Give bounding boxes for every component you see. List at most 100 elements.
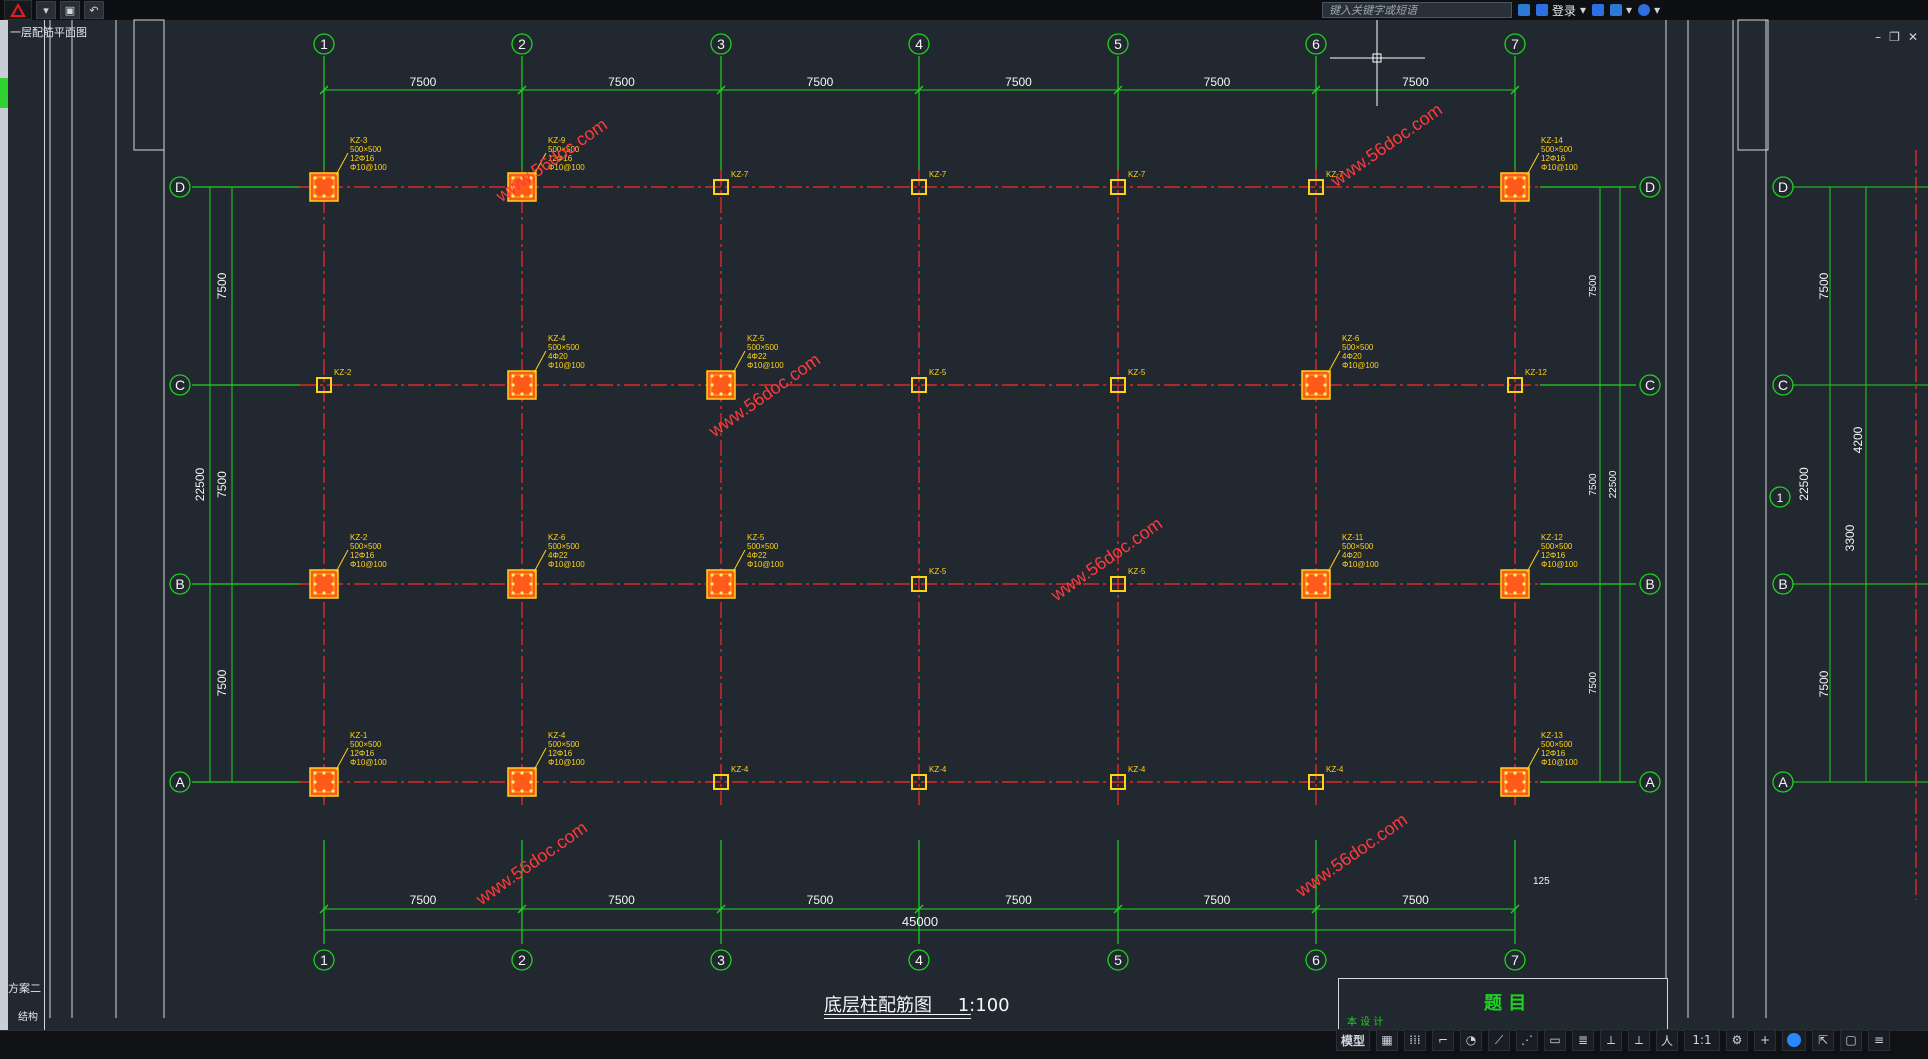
column-rowC-6[interactable]: KZ-6500×5004Φ20Φ10@100 [1301, 334, 1379, 400]
column-rowB-4[interactable]: KZ-5 [911, 567, 947, 592]
leader-line [1526, 152, 1540, 176]
grid-bubble-label: 4 [915, 36, 923, 52]
column-label: Φ10@100 [548, 560, 585, 569]
clean-screen-icon[interactable]: ▢ [1840, 1029, 1863, 1051]
column-rowD-1[interactable]: KZ-3500×50012Φ16Φ10@100 [309, 136, 387, 202]
rebar-dot [719, 573, 723, 577]
column-rowA-4[interactable]: KZ-4 [911, 765, 947, 790]
column-rowB-2[interactable]: KZ-6500×5004Φ22Φ10@100 [507, 533, 585, 599]
column-label: KZ-13 [1541, 731, 1563, 740]
column-label: 4Φ20 [1342, 352, 1362, 361]
rebar-dot [1323, 591, 1327, 595]
column-rowC-5[interactable]: KZ-5 [1110, 368, 1146, 393]
offset-note: 125 [1533, 876, 1550, 887]
drawing-scale: 1:100 [957, 995, 1010, 1016]
rebar-dot [1522, 582, 1526, 586]
grid-bubble-label: 5 [1114, 36, 1122, 52]
rebar-dot [719, 374, 723, 378]
status-ortho-icon[interactable]: ⌐ [1432, 1029, 1455, 1051]
column-rowA-6[interactable]: KZ-4 [1308, 765, 1344, 790]
rebar-dot [322, 591, 326, 595]
grid-bubble-label: 1 [320, 952, 328, 968]
column-rowB-5[interactable]: KZ-5 [1110, 567, 1146, 592]
workspace-gear-icon[interactable]: ⚙ [1726, 1029, 1749, 1051]
column-rowB-1[interactable]: KZ-2500×50012Φ16Φ10@100 [309, 533, 387, 599]
right-dim-label: 3300 [1843, 524, 1857, 551]
column-label: KZ-12 [1525, 368, 1547, 377]
cad-drawing-canvas[interactable]: 11223344556677D DC CB BA A KZ-3500×50012Φ16Φ… [0, 0, 1928, 1030]
watermark-text: www.56doc.com [1046, 513, 1166, 605]
column-label: Φ10@100 [747, 560, 784, 569]
scale-selector[interactable]: 1:1 [1684, 1029, 1721, 1051]
rebar-dot [1305, 591, 1309, 595]
status-lineweight-icon[interactable]: ≣ [1572, 1029, 1595, 1051]
column-label: 500×500 [350, 740, 382, 749]
rebar-dot [728, 392, 732, 396]
rebar-dot [728, 582, 732, 586]
rebar-dot [1522, 176, 1526, 180]
column-rowB-3[interactable]: KZ-5500×5004Φ22Φ10@100 [706, 533, 784, 599]
column-label: Φ10@100 [1342, 361, 1379, 370]
column-rowB-7[interactable]: KZ-12500×50012Φ16Φ10@100 [1500, 533, 1578, 599]
add-icon[interactable]: + [1754, 1029, 1777, 1051]
dim-label: 7500 [1402, 75, 1429, 89]
rebar-dot [1513, 176, 1517, 180]
column-rowD-4[interactable]: KZ-7 [911, 170, 947, 195]
status-snap-icon[interactable]: ⁞⁞⁞ [1404, 1029, 1427, 1051]
column-label: KZ-7 [929, 170, 947, 179]
column-rowD-5[interactable]: KZ-7 [1110, 170, 1146, 195]
dim-label: 7500 [1204, 893, 1231, 907]
rebar-dot [511, 582, 515, 586]
column-rowC-4[interactable]: KZ-5 [911, 368, 947, 393]
rebar-dot [1504, 789, 1508, 793]
isolate-icon[interactable] [1782, 1029, 1807, 1051]
column-rowA-7[interactable]: KZ-13500×50012Φ16Φ10@100 [1500, 731, 1578, 797]
column-rowC-2[interactable]: KZ-4500×5004Φ20Φ10@100 [507, 334, 585, 400]
column-rowD-3[interactable]: KZ-7 [713, 170, 749, 195]
rebar-dot [313, 789, 317, 793]
rebar-dot [1323, 383, 1327, 387]
status-annotation-icon-2[interactable]: ⟂ [1628, 1029, 1651, 1051]
dim-label-right: 7500 [1588, 473, 1599, 496]
watermark-text: www.56doc.com [1291, 809, 1411, 901]
rebar-dot [511, 789, 515, 793]
column-rowD-7[interactable]: KZ-14500×50012Φ16Φ10@100 [1500, 136, 1578, 202]
status-selection-icon[interactable]: ▭ [1544, 1029, 1567, 1051]
status-polar-icon[interactable]: ◔ [1460, 1029, 1483, 1051]
dim-label: 7500 [807, 893, 834, 907]
status-grid-icon[interactable]: ▦ [1376, 1029, 1399, 1051]
column-label: 500×500 [747, 343, 779, 352]
column-rowA-2[interactable]: KZ-4500×50012Φ16Φ10@100 [507, 731, 585, 797]
rebar-dot [331, 176, 335, 180]
rebar-dot [520, 392, 524, 396]
column-label: 12Φ16 [1541, 154, 1566, 163]
rebar-dot [511, 374, 515, 378]
rebar-dot [529, 582, 533, 586]
column-label: 4Φ22 [548, 551, 568, 560]
column-rowC-7[interactable]: KZ-12 [1507, 368, 1547, 393]
customize-icon[interactable]: ≡ [1868, 1029, 1891, 1051]
rebar-dot [529, 194, 533, 198]
right-grid-label: A [1778, 774, 1788, 790]
column-rowB-6[interactable]: KZ-11500×5004Φ20Φ10@100 [1301, 533, 1379, 599]
status-annotation-scale-icon[interactable]: 人 [1656, 1029, 1679, 1051]
column-rowA-3[interactable]: KZ-4 [713, 765, 749, 790]
leader-line [1327, 549, 1341, 573]
hardware-acceleration-icon[interactable]: ⇱ [1812, 1029, 1835, 1051]
column-label: KZ-2 [350, 533, 368, 542]
grid-lines: 1 1 2 2 3 3 4 4 5 5 6 6 7 7 D D C C B B A A [169, 33, 1661, 971]
status-otrack-icon[interactable]: ⋰ [1516, 1029, 1539, 1051]
column-rowC-1[interactable]: KZ-2 [316, 368, 352, 393]
grid-bubble-label: B [175, 576, 184, 592]
column-rowA-1[interactable]: KZ-1500×50012Φ16Φ10@100 [309, 731, 387, 797]
rebar-dot [1305, 383, 1309, 387]
drawing-title: 底层柱配筋图 [824, 995, 932, 1016]
status-osnap-icon[interactable]: ⟋ [1488, 1029, 1511, 1051]
dim-label: 7500 [1402, 893, 1429, 907]
rebar-dot [1314, 374, 1318, 378]
column-rowA-5[interactable]: KZ-4 [1110, 765, 1146, 790]
rebar-dot [1504, 771, 1508, 775]
column-label: 500×500 [548, 542, 580, 551]
status-annotation-icon[interactable]: ⟂ [1600, 1029, 1623, 1051]
model-tab[interactable]: 模型 [1336, 1029, 1371, 1051]
